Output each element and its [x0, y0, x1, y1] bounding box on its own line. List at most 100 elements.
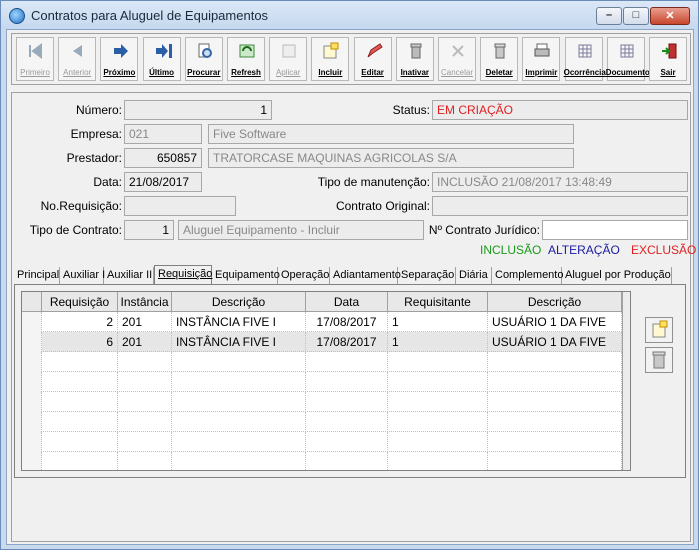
tab-aluguel-por-produc-a-o[interactable]: Aluguel por Produção	[562, 267, 672, 285]
row-indicator	[22, 412, 42, 432]
toolbar-button-deletar[interactable]: Deletar	[480, 37, 519, 81]
toolbar-button-inativar[interactable]: Inativar	[395, 37, 434, 81]
grid-cell: INSTÂNCIA FIVE I	[172, 332, 306, 352]
requisition-grid[interactable]: Requisição Instância Descrição Data Requisit…	[21, 291, 631, 471]
toolbar-button-ocorrencia[interactable]: Ocorrência	[563, 37, 606, 81]
row-indicator	[22, 372, 42, 392]
requisicao-label: No.Requisição:	[40, 199, 122, 213]
tipo-contrato-code-field[interactable]: 1	[124, 220, 174, 240]
grid-cell: 1	[388, 332, 488, 352]
maximize-button[interactable]: □	[623, 7, 649, 25]
grid-header[interactable]: Requisição	[42, 292, 118, 312]
requisicao-field[interactable]	[124, 196, 236, 216]
toolbar-button-label: Último	[149, 68, 175, 77]
close-button[interactable]: ✕	[650, 7, 690, 25]
grid-scrollbar[interactable]	[622, 292, 630, 470]
grid-header[interactable]: Data	[306, 292, 388, 312]
grid-header[interactable]: Requisitante	[388, 292, 488, 312]
tab-auxiliar-i[interactable]: Auxiliar I	[60, 267, 105, 285]
toolbar-button-refresh[interactable]: Refresh	[227, 37, 265, 81]
table-row[interactable]	[22, 412, 630, 432]
requisicao-tab-panel: Requisição Instância Descrição Data Requisit…	[14, 284, 686, 478]
grid-cell	[306, 392, 388, 412]
tab-separac-a-o[interactable]: Separação	[398, 267, 456, 285]
grid-cell	[118, 452, 172, 470]
minimize-button[interactable]: –	[596, 7, 622, 25]
toolbar-button-incluir[interactable]: Incluir	[311, 37, 350, 81]
tab-auxiliar-ii[interactable]: Auxiliar II	[104, 267, 154, 285]
tab-operac-a-o[interactable]: Operação	[278, 267, 330, 285]
grid-cell	[42, 372, 118, 392]
add-requisition-button[interactable]	[645, 317, 673, 343]
prestador-code-field[interactable]: 650857	[124, 148, 202, 168]
grid-cell	[118, 412, 172, 432]
grid-cell	[488, 432, 622, 452]
grid-header[interactable]: Instância	[118, 292, 172, 312]
grid-header[interactable]: Descrição	[172, 292, 306, 312]
grid-cell	[388, 352, 488, 372]
table-row[interactable]	[22, 372, 630, 392]
legend-inclusao: INCLUSÃO	[480, 243, 542, 257]
tab-complemento[interactable]: Complemento	[492, 267, 563, 285]
data-field[interactable]: 21/08/2017	[124, 172, 202, 192]
toolbar-button-ultimo[interactable]: Último	[142, 37, 181, 81]
toolbar-button-anterior[interactable]: Anterior	[58, 37, 97, 81]
grid-cell: 17/08/2017	[306, 312, 388, 332]
contrato-original-field[interactable]	[432, 196, 688, 216]
tab-equipamento[interactable]: Equipamento	[212, 267, 280, 285]
grid-cell: INSTÂNCIA FIVE I	[172, 312, 306, 332]
tipo-contrato-label: Tipo de Contrato:	[29, 223, 122, 237]
client-area: Primeiro Anterior Próximo Último Procurar Ref…	[6, 29, 696, 545]
contrato-juridico-field[interactable]	[542, 220, 688, 240]
toolbar-button-proximo[interactable]: Próximo	[100, 37, 139, 81]
toolbar-button-label: Imprimir	[525, 68, 558, 77]
toolbar-button-label: Aplicar	[275, 68, 301, 77]
toolbar-button-label: Ocorrência	[563, 68, 606, 77]
toolbar-button-editar[interactable]: Editar	[353, 37, 392, 81]
contract-form: Número: 1 Status: EM CRIAÇÃO Empresa: 02…	[11, 92, 696, 542]
toolbar-button-imprimir[interactable]: Imprimir	[522, 37, 561, 81]
tipo-manutencao-label: Tipo de manutenção:	[317, 175, 430, 189]
toolbar-button-procurar[interactable]: Procurar	[184, 37, 223, 81]
title-bar: Contratos para Aluguel de Equipamentos –…	[1, 1, 698, 29]
window-title: Contratos para Aluguel de Equipamentos	[31, 8, 269, 23]
toolbar-button-label: Anterior	[63, 68, 92, 77]
tab-adiantamento[interactable]: Adiantamento	[330, 267, 401, 285]
legend-exclusao: EXCLUSÃO	[631, 243, 697, 257]
contrato-original-label: Contrato Original:	[335, 199, 430, 213]
row-indicator	[22, 312, 42, 332]
tab-principal[interactable]: Principal	[14, 267, 60, 285]
previous-record-icon	[69, 42, 87, 60]
table-row[interactable]	[22, 452, 630, 470]
last-record-icon	[154, 42, 172, 60]
table-row[interactable]: 6 201 INSTÂNCIA FIVE I 17/08/2017 1 USUÁRIO 1…	[22, 332, 630, 352]
toolbar-button-cancelar[interactable]: Cancelar	[438, 37, 476, 81]
table-row[interactable]	[22, 352, 630, 372]
tab-dia-ria[interactable]: Diária	[456, 267, 492, 285]
row-indicator	[22, 332, 42, 352]
prestador-name-field: TRATORCASE MAQUINAS AGRICOLAS S/A	[208, 148, 574, 168]
empresa-code-field[interactable]: 021	[124, 124, 202, 144]
apply-icon	[280, 42, 298, 60]
grid-cell	[42, 392, 118, 412]
toolbar-button-aplicar[interactable]: Aplicar	[269, 37, 308, 81]
tab-requisic-a-o[interactable]: Requisição	[154, 265, 212, 285]
toolbar-button-primeiro[interactable]: Primeiro	[16, 37, 54, 81]
grid-cell: USUÁRIO 1 DA FIVE	[488, 312, 622, 332]
toolbar-button-label: Inativar	[400, 68, 430, 77]
table-row[interactable]	[22, 392, 630, 412]
table-row[interactable]: 2 201 INSTÂNCIA FIVE I 17/08/2017 1 USUÁRIO 1…	[22, 312, 630, 332]
toolbar-button-documento[interactable]: Documento	[606, 37, 650, 81]
table-row[interactable]	[22, 432, 630, 452]
grid-header[interactable]: Descrição	[488, 292, 622, 312]
toolbar-button-label: Sair	[660, 68, 676, 77]
grid-cell	[388, 452, 488, 470]
grid-cell	[42, 412, 118, 432]
numero-field[interactable]: 1	[124, 100, 272, 120]
grid-cell	[306, 452, 388, 470]
toolbar-button-sair[interactable]: Sair	[649, 37, 687, 81]
grid-cell	[306, 372, 388, 392]
grid-cell	[172, 392, 306, 412]
grid-cell: 6	[42, 332, 118, 352]
delete-requisition-button[interactable]	[645, 347, 673, 373]
